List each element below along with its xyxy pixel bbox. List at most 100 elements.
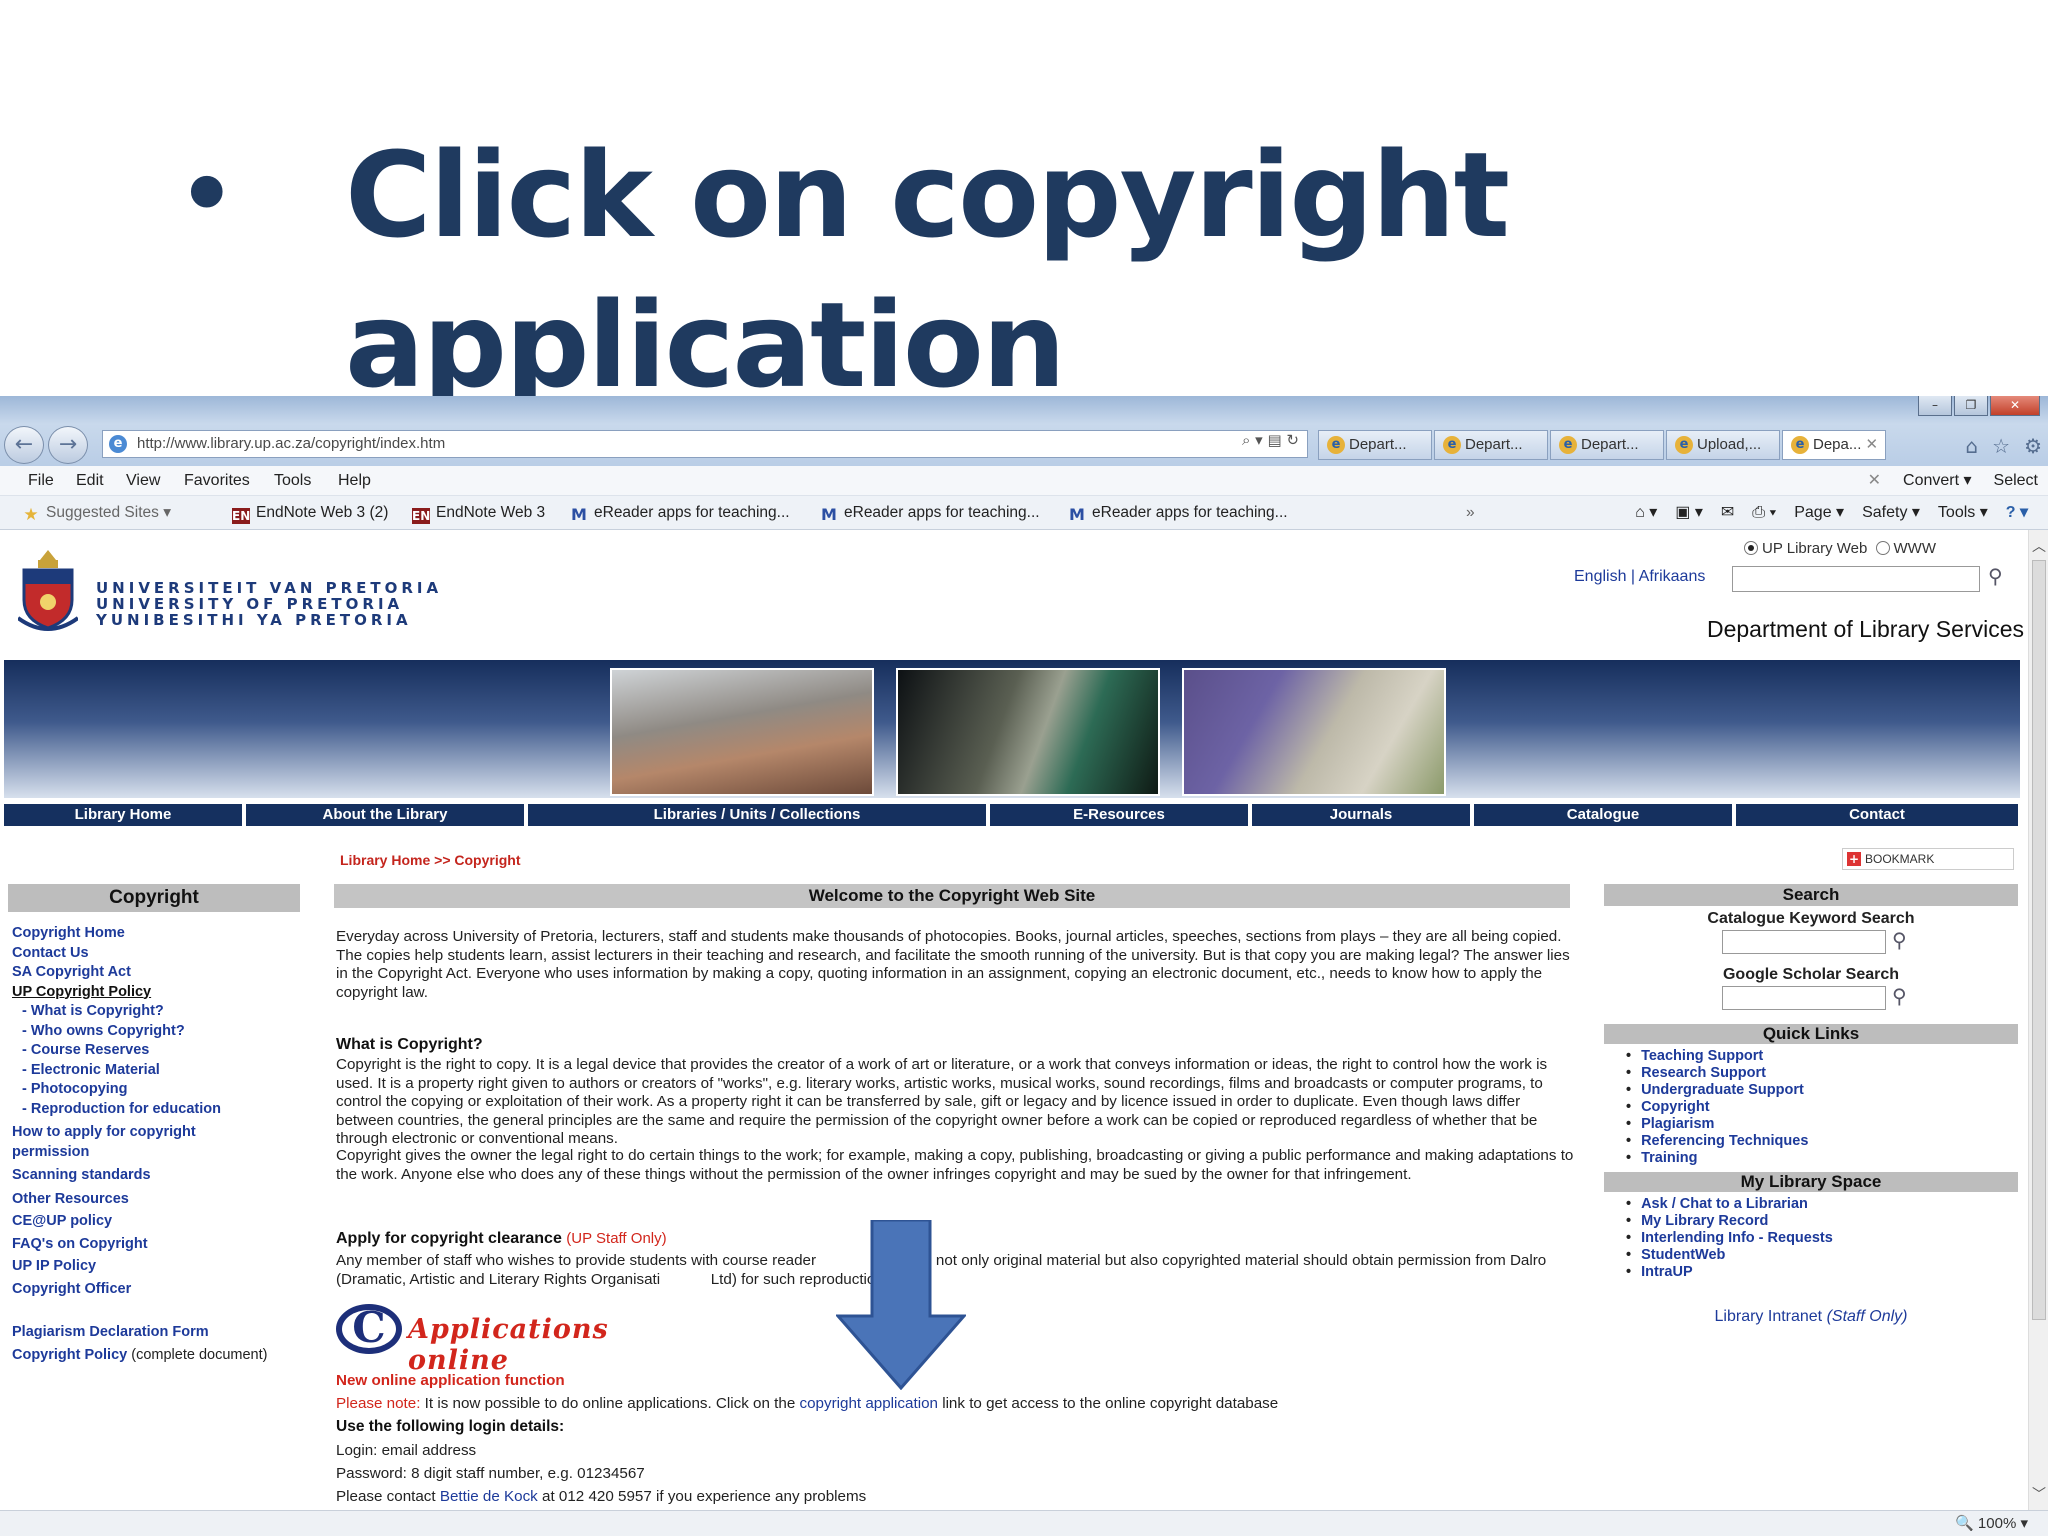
copyright-policy-link[interactable]: Copyright Policy: [12, 1347, 127, 1363]
quick-link[interactable]: Undergraduate Support: [1641, 1082, 1808, 1099]
maximize-button[interactable]: ❐: [1954, 396, 1988, 416]
left-nav-item[interactable]: Copyright Officer: [12, 1280, 302, 1300]
help-menu[interactable]: ? ▾: [2006, 496, 2028, 530]
scholar-search-input[interactable]: [1722, 986, 1886, 1010]
fav-overflow[interactable]: »: [1466, 496, 1475, 530]
radio-www[interactable]: [1875, 541, 1890, 555]
nav-eresources[interactable]: E-Resources: [990, 804, 1248, 826]
left-nav-item[interactable]: CE@UP policy: [12, 1212, 302, 1232]
quick-link[interactable]: Teaching Support: [1641, 1048, 1808, 1065]
menu-edit[interactable]: Edit: [76, 466, 104, 496]
scrollbar-thumb[interactable]: [2032, 560, 2046, 1320]
left-nav-item[interactable]: UP IP Policy: [12, 1257, 302, 1277]
left-nav-item[interactable]: UP Copyright Policy: [12, 983, 302, 1003]
back-icon[interactable]: ←: [4, 426, 44, 464]
home-cmd-icon[interactable]: ⌂ ▾: [1635, 496, 1657, 530]
toolbar-close-icon[interactable]: ✕: [1868, 466, 1881, 496]
menu-tools[interactable]: Tools: [274, 466, 311, 496]
library-space-link[interactable]: Interlending Info - Requests: [1641, 1230, 1833, 1247]
tab-1[interactable]: Depart...: [1318, 430, 1432, 460]
radio-library-web[interactable]: [1744, 541, 1758, 555]
library-space-link[interactable]: Ask / Chat to a Librarian: [1641, 1196, 1833, 1213]
breadcrumb[interactable]: Library Home >> Copyright: [340, 852, 520, 868]
safety-menu[interactable]: Safety ▾: [1862, 496, 1920, 530]
fav-endnote[interactable]: EN EndNote Web 3: [412, 496, 545, 530]
quick-link[interactable]: Copyright: [1641, 1099, 1808, 1116]
menu-help[interactable]: Help: [338, 466, 371, 496]
tab-close-icon[interactable]: ✕: [1866, 436, 1879, 453]
search-icon[interactable]: ⚲: [1988, 564, 2003, 588]
quick-link[interactable]: Research Support: [1641, 1065, 1808, 1082]
address-tools[interactable]: ⌕ ▾ ▤ ↻: [1242, 431, 1299, 449]
print-icon[interactable]: ⎙ ▾: [1752, 496, 1776, 530]
left-nav-item[interactable]: Copyright Policy (complete document): [12, 1346, 302, 1366]
tab-3[interactable]: Depart...: [1550, 430, 1664, 460]
contact-link[interactable]: Bettie de Kock: [440, 1488, 538, 1505]
left-nav-subitem[interactable]: - Reproduction for education: [12, 1100, 302, 1120]
quick-link[interactable]: Training: [1641, 1150, 1808, 1167]
select-button[interactable]: Select: [1994, 466, 2038, 496]
menu-favorites[interactable]: Favorites: [184, 466, 250, 496]
language-links[interactable]: English | Afrikaans: [1574, 568, 1705, 586]
bookmark-button[interactable]: BOOKMARK: [1842, 848, 2014, 870]
left-nav-item[interactable]: Scanning standards: [12, 1166, 302, 1186]
mail-icon[interactable]: ✉: [1721, 496, 1734, 530]
tab-4[interactable]: Upload,...: [1666, 430, 1780, 460]
nav-library-home[interactable]: Library Home: [4, 804, 242, 826]
catalogue-search-input[interactable]: [1722, 930, 1886, 954]
intranet-link[interactable]: Library Intranet: [1715, 1308, 1823, 1325]
minimize-button[interactable]: –: [1918, 396, 1952, 416]
menu-view[interactable]: View: [126, 466, 160, 496]
fav-suggested[interactable]: ★ Suggested Sites ▾: [22, 496, 171, 530]
menu-file[interactable]: File: [28, 466, 54, 496]
fav-ereader-2[interactable]: MeReader apps for teaching...: [820, 496, 1040, 530]
settings-icon[interactable]: ⚙: [2024, 434, 2042, 458]
quick-link[interactable]: Plagiarism: [1641, 1116, 1808, 1133]
library-space-link[interactable]: StudentWeb: [1641, 1247, 1833, 1264]
nav-catalogue[interactable]: Catalogue: [1474, 804, 1732, 826]
scholar-search-icon[interactable]: ⚲: [1892, 984, 1907, 1008]
left-nav-item[interactable]: Plagiarism Declaration Form: [12, 1323, 302, 1343]
left-nav-item[interactable]: Other Resources: [12, 1190, 302, 1210]
tab-active[interactable]: Depa... ✕: [1782, 430, 1886, 460]
tab-2[interactable]: Depart...: [1434, 430, 1548, 460]
site-search-input[interactable]: [1732, 566, 1980, 592]
nav-contact[interactable]: Contact: [1736, 804, 2018, 826]
left-nav-item[interactable]: Copyright Home: [12, 924, 302, 944]
favorites-icon[interactable]: ☆: [1992, 434, 2010, 458]
left-nav-item[interactable]: SA Copyright Act: [12, 963, 302, 983]
left-nav-item[interactable]: How to apply for copyright permission: [12, 1123, 232, 1162]
page-menu[interactable]: Page ▾: [1794, 496, 1844, 530]
scroll-up-icon[interactable]: ︿: [2029, 536, 2048, 556]
close-button[interactable]: ✕: [1990, 396, 2040, 416]
applications-online-logo[interactable]: C Applications online: [336, 1304, 696, 1376]
nav-libraries[interactable]: Libraries / Units / Collections: [528, 804, 986, 826]
catalogue-search-icon[interactable]: ⚲: [1892, 928, 1907, 952]
left-nav-item[interactable]: Contact Us: [12, 944, 302, 964]
zoom-level[interactable]: 🔍 100% ▾: [1955, 1511, 2028, 1536]
address-bar[interactable]: e http://www.library.up.ac.za/copyright/…: [102, 430, 1308, 458]
left-nav-item[interactable]: FAQ's on Copyright: [12, 1235, 302, 1255]
left-nav-subitem[interactable]: - Course Reserves: [12, 1041, 302, 1061]
library-intranet[interactable]: Library Intranet (Staff Only): [1604, 1308, 2018, 1326]
fav-endnote-2[interactable]: EN EndNote Web 3 (2): [232, 496, 388, 530]
fav-ereader-1[interactable]: MeReader apps for teaching...: [570, 496, 790, 530]
feeds-icon[interactable]: ▣ ▾: [1675, 496, 1703, 530]
left-nav-subitem[interactable]: - What is Copyright?: [12, 1002, 302, 1022]
library-space-link[interactable]: My Library Record: [1641, 1213, 1833, 1230]
nav-journals[interactable]: Journals: [1252, 804, 1470, 826]
convert-button[interactable]: Convert ▾: [1903, 466, 1972, 496]
nav-about[interactable]: About the Library: [246, 804, 524, 826]
left-nav-subitem[interactable]: - Photocopying: [12, 1080, 302, 1100]
library-space-link[interactable]: IntraUP: [1641, 1264, 1833, 1281]
forward-icon[interactable]: →: [48, 426, 88, 464]
left-nav-subitem[interactable]: - Electronic Material: [12, 1061, 302, 1081]
home-icon[interactable]: ⌂: [1965, 434, 1978, 458]
fav-ereader-3[interactable]: MeReader apps for teaching...: [1068, 496, 1288, 530]
vertical-scrollbar[interactable]: ︿ ﹀: [2028, 530, 2048, 1510]
copyright-application-link[interactable]: copyright application: [800, 1395, 938, 1412]
quick-link[interactable]: Referencing Techniques: [1641, 1133, 1808, 1150]
scroll-down-icon[interactable]: ﹀: [2029, 1484, 2048, 1504]
tools-menu[interactable]: Tools ▾: [1938, 496, 1988, 530]
left-nav-subitem[interactable]: - Who owns Copyright?: [12, 1022, 302, 1042]
